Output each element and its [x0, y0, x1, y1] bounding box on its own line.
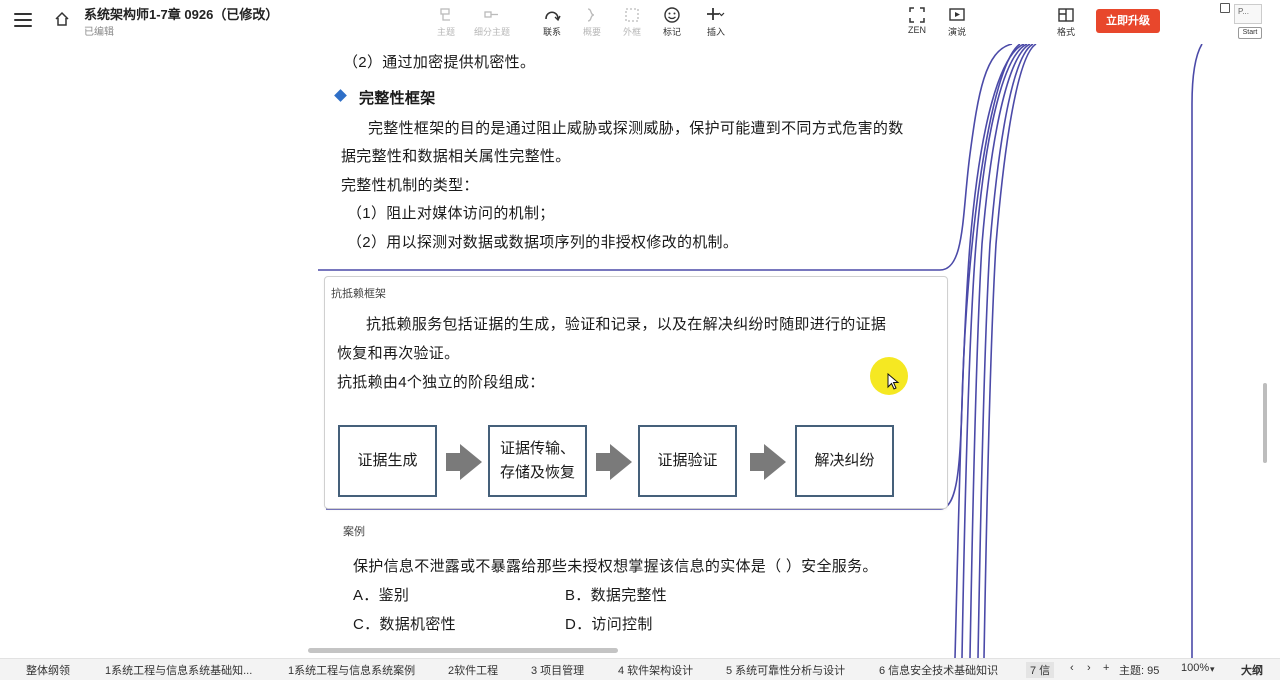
zoom-chevron-down-icon[interactable]: ▾	[1210, 664, 1215, 675]
boundary-icon	[625, 8, 639, 22]
pitch-icon	[949, 8, 965, 21]
insert-label: 插入	[706, 27, 725, 37]
pitch-label: 演说	[947, 27, 966, 37]
zen-icon	[909, 7, 925, 23]
option-b: B．数据完整性	[565, 587, 668, 604]
stage-label: 存储及恢复	[499, 464, 575, 481]
text-line-confidentiality: （2）通过加密提供机密性。	[343, 54, 536, 71]
topic-label: 主题	[436, 27, 455, 37]
option-a: A．鉴别	[353, 587, 410, 604]
sheet-tab[interactable]: 1系统工程与信息系统案例	[288, 662, 415, 678]
stage-evidence-generation: 证据生成	[338, 425, 437, 497]
option-c: C．数据机密性	[353, 616, 456, 633]
case-question: 保护信息不泄露或不暴露给那些未授权想掌握该信息的实体是（ ）安全服务。	[353, 558, 878, 575]
mouse-pointer-icon	[887, 373, 900, 390]
zen-label: ZEN	[908, 25, 926, 35]
topic-count: 主题: 95	[1119, 665, 1160, 677]
integrity-paragraph-line1: 完整性框架的目的是通过阻止威胁或探测威胁，保护可能遭到不同方式危害的数	[368, 120, 904, 137]
preview-thumbnail[interactable]: P...	[1234, 4, 1262, 24]
sheet-tab-active[interactable]: 7 信	[1026, 662, 1055, 678]
home-icon[interactable]	[54, 11, 70, 27]
sheet-tab-bar: 整体纲领 1系统工程与信息系统基础知... 1系统工程与信息系统案例 2软件工程…	[0, 658, 1280, 680]
heading-integrity-framework: 完整性框架	[359, 90, 436, 107]
marker-icon	[664, 7, 680, 23]
menu-icon[interactable]	[14, 13, 32, 29]
option-d: D．访问控制	[565, 616, 653, 633]
start-button[interactable]: Start	[1238, 27, 1262, 39]
sheet-tab[interactable]: 6 信息安全技术基础知识	[879, 662, 998, 678]
stage-dispute-resolution: 解决纠纷	[795, 425, 894, 497]
integrity-types-label: 完整性机制的类型：	[341, 177, 479, 194]
summary-icon	[587, 8, 595, 22]
boundary-button[interactable]: 外框	[612, 6, 652, 38]
sheet-tab[interactable]: 5 系统可靠性分析与设计	[726, 662, 845, 678]
upgrade-button[interactable]: 立即升级	[1096, 9, 1160, 33]
top-toolbar: 系统架构师1-7章 0926（已修改） 已编辑 主题 细分主题 联系 概要 外框…	[0, 0, 1280, 44]
relationship-icon	[545, 11, 561, 22]
vertical-scrollbar[interactable]	[1263, 383, 1267, 463]
horizontal-scrollbar[interactable]	[308, 648, 618, 653]
sheet-tab[interactable]: 2软件工程	[448, 662, 498, 678]
format-label: 格式	[1056, 27, 1075, 37]
integrity-type-2: （2）用以探测对数据或数据项序列的非授权修改的机制。	[347, 234, 739, 251]
summary-button[interactable]: 概要	[572, 6, 612, 38]
marker-label: 标记	[662, 27, 681, 37]
document-title[interactable]: 系统架构师1-7章 0926（已修改）	[84, 4, 278, 23]
topic-button[interactable]: 主题	[426, 6, 466, 38]
non-repudiation-stages-intro: 抗抵赖由4个独立的阶段组成：	[337, 374, 545, 391]
outline-button[interactable]: 大纲	[1241, 662, 1263, 678]
restore-window-icon[interactable]	[1220, 3, 1230, 13]
insert-icon	[707, 8, 725, 20]
stage-label: 证据生成	[357, 452, 418, 469]
stage-evidence-verification: 证据验证	[638, 425, 737, 497]
integrity-paragraph-line2: 据完整性和数据相关属性完整性。	[341, 148, 571, 165]
summary-label: 概要	[582, 27, 601, 37]
subtopic-icon	[484, 11, 498, 18]
zoom-level[interactable]: 100%	[1181, 662, 1209, 674]
non-repudiation-topic-label: 抗抵赖框架	[331, 288, 386, 300]
insert-button[interactable]: 插入	[696, 6, 736, 38]
case-topic-label: 案例	[343, 526, 365, 538]
add-sheet-icon[interactable]: +	[1103, 662, 1109, 674]
boundary-label: 外框	[622, 27, 641, 37]
relationship-label: 联系	[542, 27, 561, 37]
format-button[interactable]: 格式	[1046, 6, 1086, 38]
zen-button[interactable]: ZEN	[897, 6, 937, 35]
format-icon	[1058, 8, 1074, 22]
sheet-tab[interactable]: 1系统工程与信息系统基础知...	[105, 662, 252, 678]
relationship-button[interactable]: 联系	[532, 6, 572, 38]
sheet-tab[interactable]: 4 软件架构设计	[618, 662, 693, 678]
marker-button[interactable]: 标记	[652, 6, 692, 38]
stage-label: 证据验证	[657, 452, 718, 469]
stage-evidence-transfer: 证据传输、 存储及恢复	[488, 425, 587, 497]
stage-label: 证据传输、	[499, 440, 575, 457]
subtopic-label: 细分主题	[473, 27, 510, 37]
mindmap-canvas[interactable]: （2）通过加密提供机密性。 完整性框架 完整性框架的目的是通过阻止威胁或探测威胁…	[0, 44, 1280, 658]
sheet-tab[interactable]: 3 项目管理	[531, 662, 584, 678]
non-repudiation-paragraph-line2: 恢复和再次验证。	[337, 345, 460, 362]
pitch-button[interactable]: 演说	[937, 6, 977, 38]
topic-icon	[440, 8, 450, 21]
next-tab-chevron-icon[interactable]: ›	[1087, 662, 1091, 674]
subtopic-button[interactable]: 细分主题	[472, 6, 512, 38]
stage-label: 解决纠纷	[814, 452, 875, 469]
integrity-type-1: （1）阻止对媒体访问的机制；	[347, 205, 555, 222]
prev-tab-chevron-icon[interactable]: ‹	[1070, 662, 1074, 674]
non-repudiation-paragraph-line1: 抗抵赖服务包括证据的生成，验证和记录，以及在解决纠纷时随即进行的证据	[366, 316, 887, 333]
edit-status: 已编辑	[84, 27, 114, 38]
sheet-tab[interactable]: 整体纲领	[26, 662, 70, 678]
